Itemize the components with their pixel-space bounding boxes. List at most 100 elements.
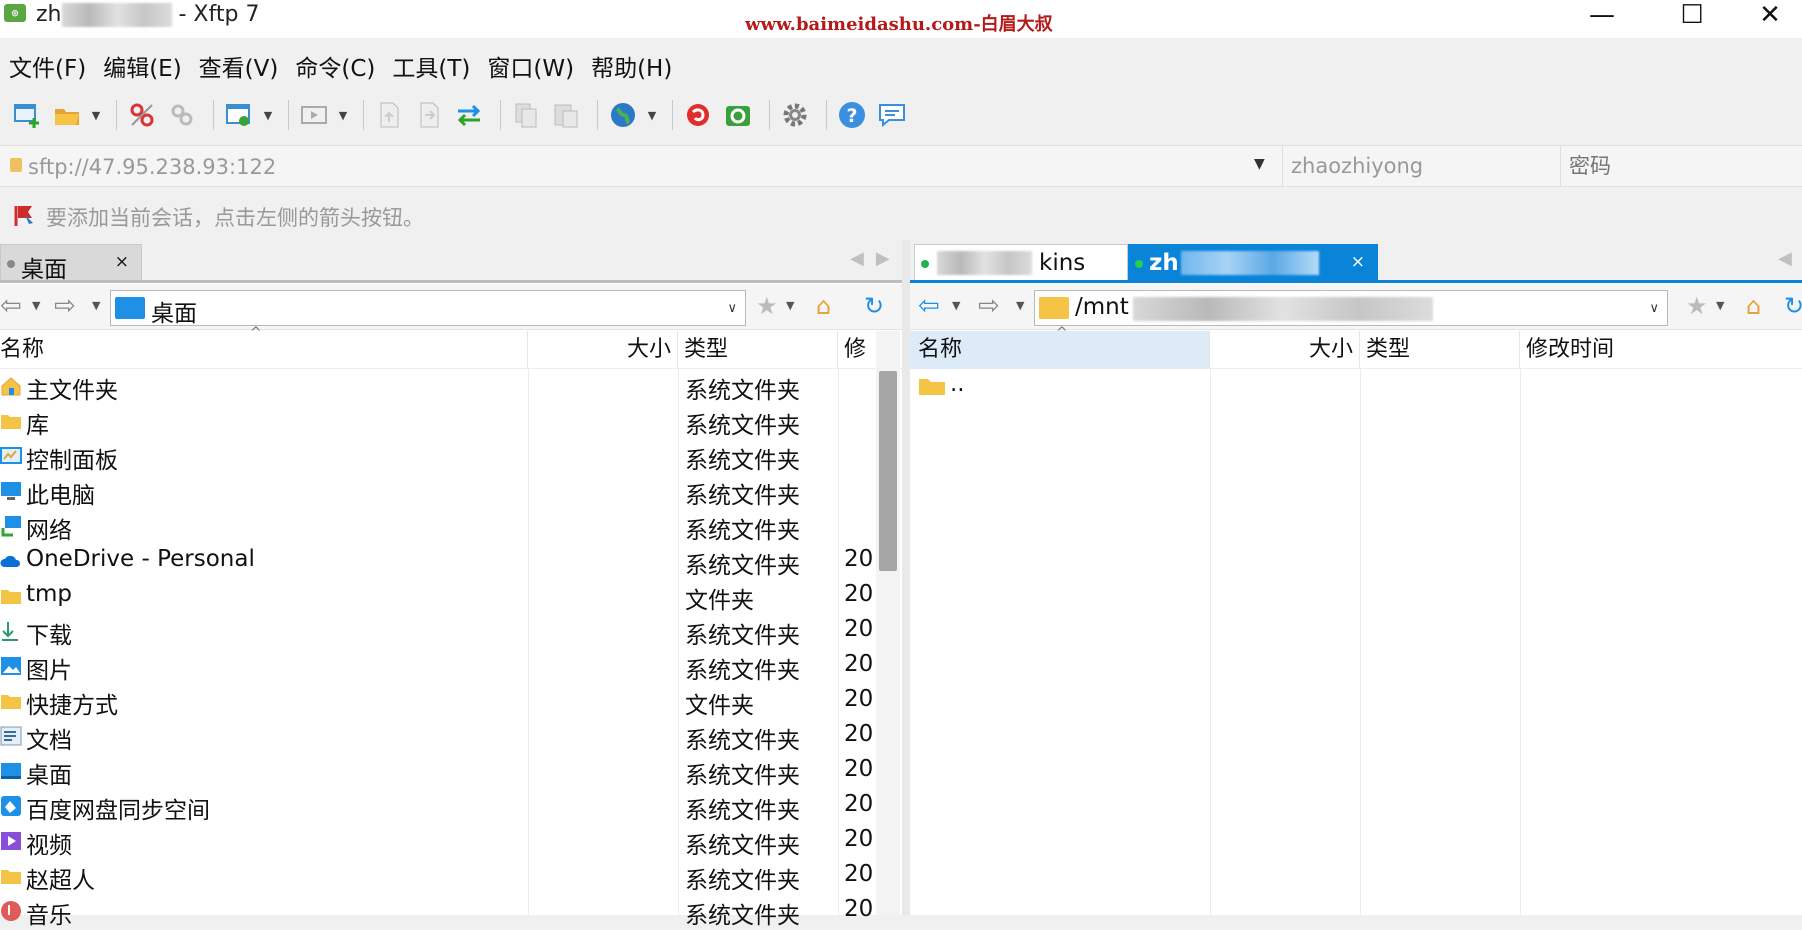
bookmark-dropdown-icon[interactable]: ▼	[786, 299, 794, 312]
column-divider	[528, 369, 529, 915]
forward-arrow-icon[interactable]: ⇨	[54, 293, 76, 319]
list-item[interactable]: 音乐 系统文件夹 20	[0, 894, 902, 929]
help-icon[interactable]: ?	[835, 98, 869, 132]
password-input[interactable]	[1569, 152, 1802, 180]
maximize-button[interactable]: ☐	[1652, 0, 1732, 38]
menu-file[interactable]: 文件(F)	[0, 49, 94, 83]
column-name[interactable]: 名称	[0, 331, 528, 369]
globe-dropdown[interactable]: ▼	[646, 98, 658, 132]
file-type: 系统文件夹	[685, 658, 800, 684]
back-dropdown-icon[interactable]: ▼	[32, 299, 40, 312]
chat-icon[interactable]	[875, 98, 909, 132]
list-item[interactable]: 快捷方式 文件夹 20	[0, 684, 902, 719]
menu-command[interactable]: 命令(C)	[286, 49, 383, 83]
tab-local-desktop[interactable]: 桌面 ×	[0, 244, 142, 283]
session-hint-bar: 要添加当前会话，点击左侧的箭头按钮。	[0, 196, 1802, 236]
xftp-icon[interactable]	[721, 98, 755, 132]
pane-splitter[interactable]	[902, 240, 910, 915]
tab-remote-session-1[interactable]: kins	[914, 244, 1128, 281]
host-address-input[interactable]	[28, 152, 1278, 182]
session-settings-dropdown[interactable]: ▼	[262, 98, 274, 132]
refresh-icon[interactable]: ↻	[1784, 293, 1802, 319]
local-vertical-scrollbar[interactable]	[876, 331, 900, 915]
chevron-down-icon[interactable]: ∨	[1649, 301, 1659, 316]
toolbar-separator	[597, 100, 598, 130]
close-window-button[interactable]: ✕	[1730, 0, 1802, 38]
home-icon	[0, 375, 22, 397]
list-item[interactable]: 文档 系统文件夹 20	[0, 719, 902, 754]
tab-close-icon[interactable]: ×	[1351, 252, 1365, 272]
column-modified[interactable]: 修改时间	[1520, 331, 1802, 369]
bookmark-dropdown-icon[interactable]: ▼	[1716, 299, 1724, 312]
open-folder-dropdown[interactable]: ▼	[90, 98, 102, 132]
play-dropdown[interactable]: ▼	[337, 98, 349, 132]
menu-help[interactable]: 帮助(H)	[582, 49, 680, 83]
menu-edit[interactable]: 编辑(E)	[94, 49, 189, 83]
file-name: 百度网盘同步空间	[26, 798, 210, 824]
back-arrow-icon[interactable]: ⇦	[0, 293, 22, 319]
forward-arrow-icon[interactable]: ⇨	[978, 293, 1000, 319]
column-size[interactable]: 大小	[528, 331, 678, 369]
xshell-icon[interactable]	[681, 98, 715, 132]
column-type[interactable]: 类型	[1360, 331, 1520, 369]
reconnect-icon[interactable]	[165, 98, 199, 132]
remote-path-combobox[interactable]: /mnt ∨	[1034, 290, 1668, 326]
play-icon[interactable]	[297, 98, 331, 132]
menu-window[interactable]: 窗口(W)	[478, 49, 582, 83]
username-input[interactable]	[1291, 152, 1551, 180]
paste-icon[interactable]	[549, 98, 583, 132]
gear-icon[interactable]	[778, 98, 812, 132]
chevron-down-icon[interactable]: ∨	[727, 301, 737, 316]
address-dropdown-icon[interactable]: ▼	[1254, 156, 1265, 172]
home-folder-icon[interactable]: ⌂	[816, 293, 831, 319]
list-item[interactable]: 赵超人 系统文件夹 20	[0, 859, 902, 894]
tab-scroll-arrows[interactable]: ◀▶	[850, 248, 902, 269]
session-settings-icon[interactable]	[222, 98, 256, 132]
menu-tools[interactable]: 工具(T)	[383, 49, 478, 83]
bookmark-star-icon[interactable]: ★	[1686, 293, 1708, 319]
column-modified[interactable]: 修	[838, 331, 876, 369]
minimize-button[interactable]: —	[1562, 0, 1642, 38]
menu-bar: 文件(F) 编辑(E) 查看(V) 命令(C) 工具(T) 窗口(W) 帮助(H…	[0, 46, 1802, 86]
list-item[interactable]: 此电脑 系统文件夹	[0, 474, 902, 509]
new-session-icon[interactable]	[10, 98, 44, 132]
list-item[interactable]: ..	[910, 369, 1802, 404]
menu-view[interactable]: 查看(V)	[190, 49, 287, 83]
download-file-icon[interactable]	[412, 98, 446, 132]
list-item[interactable]: 库 系统文件夹	[0, 404, 902, 439]
list-item[interactable]: 百度网盘同步空间 系统文件夹 20	[0, 789, 902, 824]
column-type[interactable]: 类型	[678, 331, 838, 369]
upload-file-icon[interactable]	[372, 98, 406, 132]
list-item[interactable]: 下载 系统文件夹 20	[0, 614, 902, 649]
toolbar-separator	[826, 100, 827, 130]
list-item[interactable]: 控制面板 系统文件夹	[0, 439, 902, 474]
list-item[interactable]: 主文件夹 系统文件夹	[0, 369, 902, 404]
sync-transfer-icon[interactable]	[452, 98, 486, 132]
forward-dropdown-icon[interactable]: ▼	[1016, 299, 1024, 312]
tab-remote-session-2[interactable]: zh ×	[1128, 244, 1378, 281]
list-item[interactable]: tmp 文件夹 20	[0, 579, 902, 614]
remote-path-text: /mnt	[1075, 294, 1129, 320]
open-folder-icon[interactable]	[50, 98, 84, 132]
column-size[interactable]: 大小	[1210, 331, 1360, 369]
copy-icon[interactable]	[509, 98, 543, 132]
remote-tab-strip: kins zh × ◀	[910, 240, 1802, 281]
forward-dropdown-icon[interactable]: ▼	[92, 299, 100, 312]
back-dropdown-icon[interactable]: ▼	[952, 299, 960, 312]
local-path-combobox[interactable]: 桌面 ∨	[110, 290, 746, 327]
home-folder-icon[interactable]: ⌂	[1746, 293, 1761, 319]
disconnect-icon[interactable]	[125, 98, 159, 132]
bookmark-star-icon[interactable]: ★	[756, 293, 778, 319]
list-item[interactable]: 网络 系统文件夹	[0, 509, 902, 544]
back-arrow-icon[interactable]: ⇦	[918, 293, 940, 319]
globe-icon[interactable]	[606, 98, 640, 132]
list-item[interactable]: OneDrive - Personal 系统文件夹 20	[0, 544, 902, 579]
list-item[interactable]: 视频 系统文件夹 20	[0, 824, 902, 859]
list-item[interactable]: 桌面 系统文件夹 20	[0, 754, 902, 789]
refresh-icon[interactable]: ↻	[864, 293, 884, 319]
tab-close-icon[interactable]: ×	[115, 252, 129, 272]
add-session-arrow-icon[interactable]	[14, 204, 36, 228]
scrollbar-thumb[interactable]	[879, 371, 897, 571]
tab-scroll-arrows[interactable]: ◀	[1778, 248, 1802, 269]
list-item[interactable]: 图片 系统文件夹 20	[0, 649, 902, 684]
